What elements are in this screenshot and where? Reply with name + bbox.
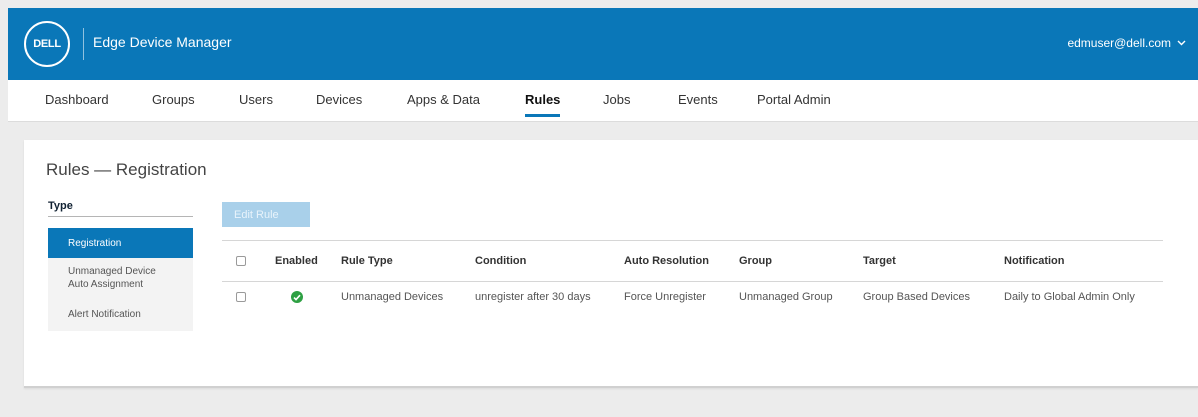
col-group[interactable]: Group [739, 241, 772, 281]
nav-users[interactable]: Users [239, 92, 273, 107]
rules-table: Enabled Rule Type Condition Auto Resolut… [222, 240, 1163, 312]
table-row[interactable]: Unmanaged Devices unregister after 30 da… [222, 282, 1163, 312]
condition-cell: unregister after 30 days [475, 291, 591, 303]
col-enabled[interactable]: Enabled [275, 241, 318, 281]
sidebar-item-alert-notification[interactable]: Alert Notification [48, 298, 193, 331]
col-auto-resolution[interactable]: Auto Resolution [624, 241, 709, 281]
target-cell: Group Based Devices [863, 291, 970, 303]
select-all-cell [236, 241, 246, 281]
auto-resolution-cell: Force Unregister [624, 291, 706, 303]
chevron-down-icon [1177, 40, 1186, 46]
notification-cell: Daily to Global Admin Only [1004, 291, 1135, 303]
nav-events[interactable]: Events [678, 92, 718, 107]
top-bar: DELL Edge Device Manager edmuser@dell.co… [8, 8, 1198, 80]
sidebar-item-label: Alert Notification [68, 309, 141, 320]
user-email: edmuser@dell.com [1067, 36, 1171, 50]
table-header: Enabled Rule Type Condition Auto Resolut… [222, 240, 1163, 282]
sidebar-item-registration[interactable]: Registration [48, 228, 193, 258]
col-condition[interactable]: Condition [475, 241, 526, 281]
app-title: Edge Device Manager [93, 34, 232, 50]
enabled-cell [291, 282, 303, 312]
rule-type-list: Registration Unmanaged Device Auto Assig… [48, 228, 193, 331]
sidebar-item-label: Registration [68, 237, 122, 249]
main-nav: Dashboard Groups Users Devices Apps & Da… [8, 80, 1198, 122]
sidebar-item-unmanaged-device-auto-assignment[interactable]: Unmanaged Device Auto Assignment [48, 258, 193, 298]
dell-logo[interactable]: DELL [24, 21, 70, 67]
page-title: Rules — Registration [46, 160, 207, 179]
rule-type-cell: Unmanaged Devices [341, 291, 444, 303]
nav-jobs[interactable]: Jobs [603, 92, 630, 107]
nav-portal-admin[interactable]: Portal Admin [757, 92, 831, 107]
nav-rules-label: Rules [525, 92, 561, 107]
nav-dashboard[interactable]: Dashboard [45, 92, 109, 107]
sidebar-item-label: Unmanaged Device Auto Assignment [68, 266, 156, 290]
col-target[interactable]: Target [863, 241, 896, 281]
active-tab-indicator [525, 114, 561, 117]
group-cell: Unmanaged Group [739, 291, 833, 303]
content-panel: Rules — Registration Type Registration U… [24, 140, 1198, 388]
nav-apps-data[interactable]: Apps & Data [407, 92, 480, 107]
row-select-cell [236, 282, 246, 312]
nav-rules[interactable]: Rules [525, 92, 561, 117]
type-divider [48, 216, 193, 217]
type-label: Type [48, 200, 73, 212]
nav-groups[interactable]: Groups [152, 92, 195, 107]
enabled-check-icon [291, 291, 303, 303]
header-divider [83, 28, 84, 60]
logo-text: DELL [33, 38, 61, 50]
col-notification[interactable]: Notification [1004, 241, 1065, 281]
nav-devices[interactable]: Devices [316, 92, 362, 107]
col-rule-type[interactable]: Rule Type [341, 241, 393, 281]
select-all-checkbox[interactable] [236, 256, 246, 266]
edit-rule-button[interactable]: Edit Rule [222, 202, 310, 227]
user-menu[interactable]: edmuser@dell.com [1067, 36, 1186, 50]
row-checkbox[interactable] [236, 292, 246, 302]
